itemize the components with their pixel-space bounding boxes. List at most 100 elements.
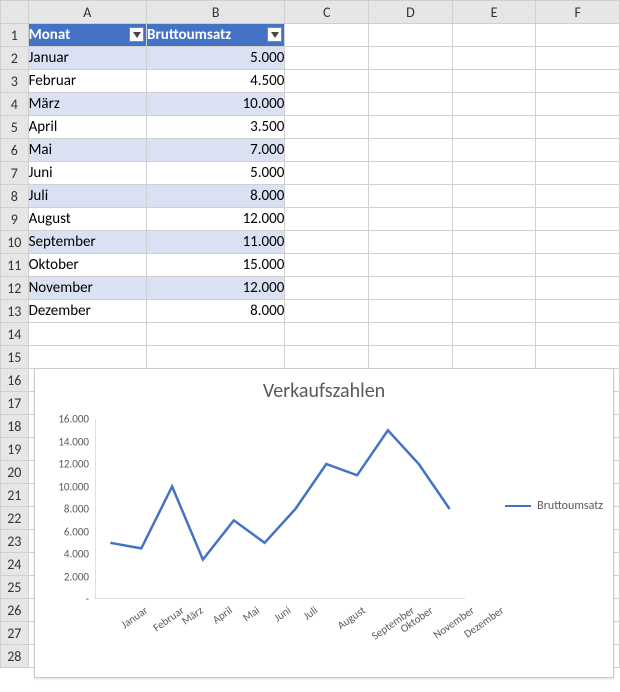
cell-B13[interactable]: 8.000 xyxy=(147,300,285,323)
embedded-chart[interactable]: Verkaufszahlen 16.00014.00012.00010.0008… xyxy=(34,368,614,678)
row-header-10[interactable]: 10 xyxy=(1,231,29,254)
cell-B11[interactable]: 15.000 xyxy=(147,254,285,277)
cell-C11[interactable] xyxy=(285,254,369,277)
row-header-8[interactable]: 8 xyxy=(1,185,29,208)
cell-D1[interactable] xyxy=(369,24,453,47)
cell-A5[interactable]: April xyxy=(28,116,146,139)
row-header-24[interactable]: 24 xyxy=(1,553,29,576)
cell-B14[interactable] xyxy=(147,323,285,346)
cell-F7[interactable] xyxy=(536,162,620,185)
cell-E6[interactable] xyxy=(452,139,536,162)
cell-D11[interactable] xyxy=(369,254,453,277)
cell-F10[interactable] xyxy=(536,231,620,254)
cell-B7[interactable]: 5.000 xyxy=(147,162,285,185)
cell-E3[interactable] xyxy=(452,70,536,93)
cell-C2[interactable] xyxy=(285,47,369,70)
cell-E11[interactable] xyxy=(452,254,536,277)
cell-F8[interactable] xyxy=(536,185,620,208)
cell-F11[interactable] xyxy=(536,254,620,277)
cell-C15[interactable] xyxy=(285,346,369,369)
cell-F3[interactable] xyxy=(536,70,620,93)
cell-E2[interactable] xyxy=(452,47,536,70)
cell-F14[interactable] xyxy=(536,323,620,346)
cell-E5[interactable] xyxy=(452,116,536,139)
column-header-F[interactable]: F xyxy=(536,1,620,24)
row-header-6[interactable]: 6 xyxy=(1,139,29,162)
cell-C4[interactable] xyxy=(285,93,369,116)
cell-C14[interactable] xyxy=(285,323,369,346)
cell-E4[interactable] xyxy=(452,93,536,116)
cell-B4[interactable]: 10.000 xyxy=(147,93,285,116)
row-header-3[interactable]: 3 xyxy=(1,70,29,93)
filter-dropdown-icon[interactable] xyxy=(129,27,144,42)
cell-D15[interactable] xyxy=(369,346,453,369)
cell-D3[interactable] xyxy=(369,70,453,93)
row-header-1[interactable]: 1 xyxy=(1,24,29,47)
cell-A7[interactable]: Juni xyxy=(28,162,146,185)
cell-B6[interactable]: 7.000 xyxy=(147,139,285,162)
cell-A11[interactable]: Oktober xyxy=(28,254,146,277)
row-header-16[interactable]: 16 xyxy=(1,369,29,392)
cell-F1[interactable] xyxy=(536,24,620,47)
row-header-4[interactable]: 4 xyxy=(1,93,29,116)
cell-E13[interactable] xyxy=(452,300,536,323)
cell-C10[interactable] xyxy=(285,231,369,254)
row-header-20[interactable]: 20 xyxy=(1,461,29,484)
row-header-15[interactable]: 15 xyxy=(1,346,29,369)
cell-D5[interactable] xyxy=(369,116,453,139)
cell-D7[interactable] xyxy=(369,162,453,185)
cell-E12[interactable] xyxy=(452,277,536,300)
cell-E8[interactable] xyxy=(452,185,536,208)
cell-B5[interactable]: 3.500 xyxy=(147,116,285,139)
cell-B1[interactable]: Bruttoumsatz xyxy=(147,24,285,47)
cell-B2[interactable]: 5.000 xyxy=(147,47,285,70)
cell-A14[interactable] xyxy=(28,323,146,346)
column-header-B[interactable]: B xyxy=(147,1,285,24)
cell-F6[interactable] xyxy=(536,139,620,162)
cell-B12[interactable]: 12.000 xyxy=(147,277,285,300)
cell-A3[interactable]: Februar xyxy=(28,70,146,93)
cell-D2[interactable] xyxy=(369,47,453,70)
cell-F2[interactable] xyxy=(536,47,620,70)
cell-E14[interactable] xyxy=(452,323,536,346)
cell-D6[interactable] xyxy=(369,139,453,162)
cell-D12[interactable] xyxy=(369,277,453,300)
row-header-26[interactable]: 26 xyxy=(1,599,29,622)
cell-A12[interactable]: November xyxy=(28,277,146,300)
row-header-17[interactable]: 17 xyxy=(1,392,29,415)
cell-A8[interactable]: Juli xyxy=(28,185,146,208)
cell-F9[interactable] xyxy=(536,208,620,231)
cell-C1[interactable] xyxy=(285,24,369,47)
cell-C6[interactable] xyxy=(285,139,369,162)
cell-B3[interactable]: 4.500 xyxy=(147,70,285,93)
row-header-18[interactable]: 18 xyxy=(1,415,29,438)
cell-B9[interactable]: 12.000 xyxy=(147,208,285,231)
cell-A15[interactable] xyxy=(28,346,146,369)
row-header-9[interactable]: 9 xyxy=(1,208,29,231)
cell-C7[interactable] xyxy=(285,162,369,185)
row-header-2[interactable]: 2 xyxy=(1,47,29,70)
cell-D14[interactable] xyxy=(369,323,453,346)
cell-C3[interactable] xyxy=(285,70,369,93)
row-header-13[interactable]: 13 xyxy=(1,300,29,323)
row-header-14[interactable]: 14 xyxy=(1,323,29,346)
cell-E7[interactable] xyxy=(452,162,536,185)
row-header-19[interactable]: 19 xyxy=(1,438,29,461)
cell-E15[interactable] xyxy=(452,346,536,369)
row-header-22[interactable]: 22 xyxy=(1,507,29,530)
cell-A9[interactable]: August xyxy=(28,208,146,231)
cell-E10[interactable] xyxy=(452,231,536,254)
column-header-D[interactable]: D xyxy=(369,1,453,24)
column-header-C[interactable]: C xyxy=(285,1,369,24)
cell-D10[interactable] xyxy=(369,231,453,254)
cell-C12[interactable] xyxy=(285,277,369,300)
cell-A2[interactable]: Januar xyxy=(28,47,146,70)
row-header-23[interactable]: 23 xyxy=(1,530,29,553)
cell-A6[interactable]: Mai xyxy=(28,139,146,162)
cell-C13[interactable] xyxy=(285,300,369,323)
cell-B15[interactable] xyxy=(147,346,285,369)
cell-F15[interactable] xyxy=(536,346,620,369)
filter-dropdown-icon[interactable] xyxy=(267,27,282,42)
cell-E1[interactable] xyxy=(452,24,536,47)
cell-A4[interactable]: März xyxy=(28,93,146,116)
